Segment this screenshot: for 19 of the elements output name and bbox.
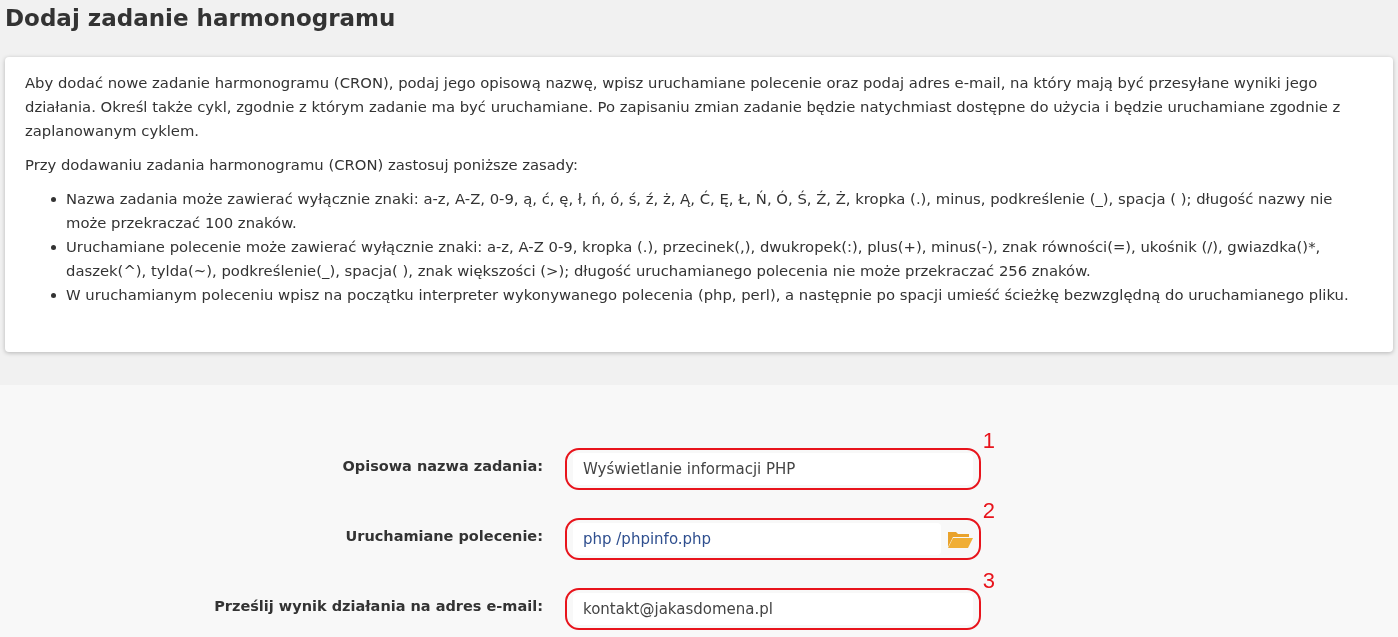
- rule-text: Nazwa zadania może zawierać wyłącznie znaki: a-z, A-Z, 0-9, ą, ć, ę, ł, ń, ó, ś, ź, ż, Ą, Ć, Ę, Ł, Ń, Ó, Ś, Ź, Ż, kropka (.), minus, podkreślenie (_), spacja ( ); długość nazwy nie może przekraczać 100 znaków.: [66, 189, 1334, 233]
- folder-icon[interactable]: [947, 529, 973, 549]
- bullet-icon: [51, 245, 56, 250]
- bullet-icon: [51, 293, 56, 298]
- callout-number: 1: [982, 428, 995, 454]
- bullet-icon: [51, 197, 56, 202]
- info-paragraph: Przy dodawaniu zadania harmonogramu (CRON) zastosuj poniższe zasady:: [25, 155, 579, 175]
- info-paragraph: Aby dodać nowe zadanie harmonogramu (CRON), podaj jego opisową nazwę, wpisz uruchamiane polecenie oraz podaj adres e-mail, na który mają być przesyłane wyniki jego działania. Określ także cykl, zgodnie z którym zadanie ma być uruchamiane. Po zapisaniu zmian zadanie będzie natychmiast dostępne do użycia i będzie uruchamiane zgodnie z zaplanowanym cyklem.: [25, 73, 1342, 141]
- field-label: Opisowa nazwa zadania:: [341, 458, 544, 474]
- callout-number: 3: [982, 568, 995, 594]
- field-label: Prześlij wynik działania na adres e-mail:: [213, 598, 544, 614]
- field-label: Uruchamiane polecenie:: [344, 528, 544, 544]
- rule-text: W uruchamianym poleceniu wpisz na początku interpreter wykonywanego polecenia (php, perl), a następnie po spacji umieść ścieżkę bezwzględną do uruchamianego pliku.: [66, 285, 1349, 305]
- rule-text: Uruchamiane polecenie może zawierać wyłącznie znaki: a-z, A-Z 0-9, kropka (.), przecinek(,), dwukropek(:), plus(+), minus(-), znak równości(=), ukośnik (/), gwiazdka()*, daszek(^), tylda(~), podkreślenie(_), spacja( ), znak większości (>); długość uruchamianego polecenia nie może przekraczać 256 znaków.: [66, 237, 1322, 281]
- input-field[interactable]: php /phpinfo.php: [573, 523, 941, 555]
- callout-number: 2: [982, 498, 995, 524]
- input-field[interactable]: Wyświetlanie informacji PHP: [573, 453, 973, 485]
- input-field[interactable]: kontakt@jakasdomena.pl: [573, 593, 973, 625]
- page-title: Dodaj zadanie harmonogramu: [4, 4, 397, 33]
